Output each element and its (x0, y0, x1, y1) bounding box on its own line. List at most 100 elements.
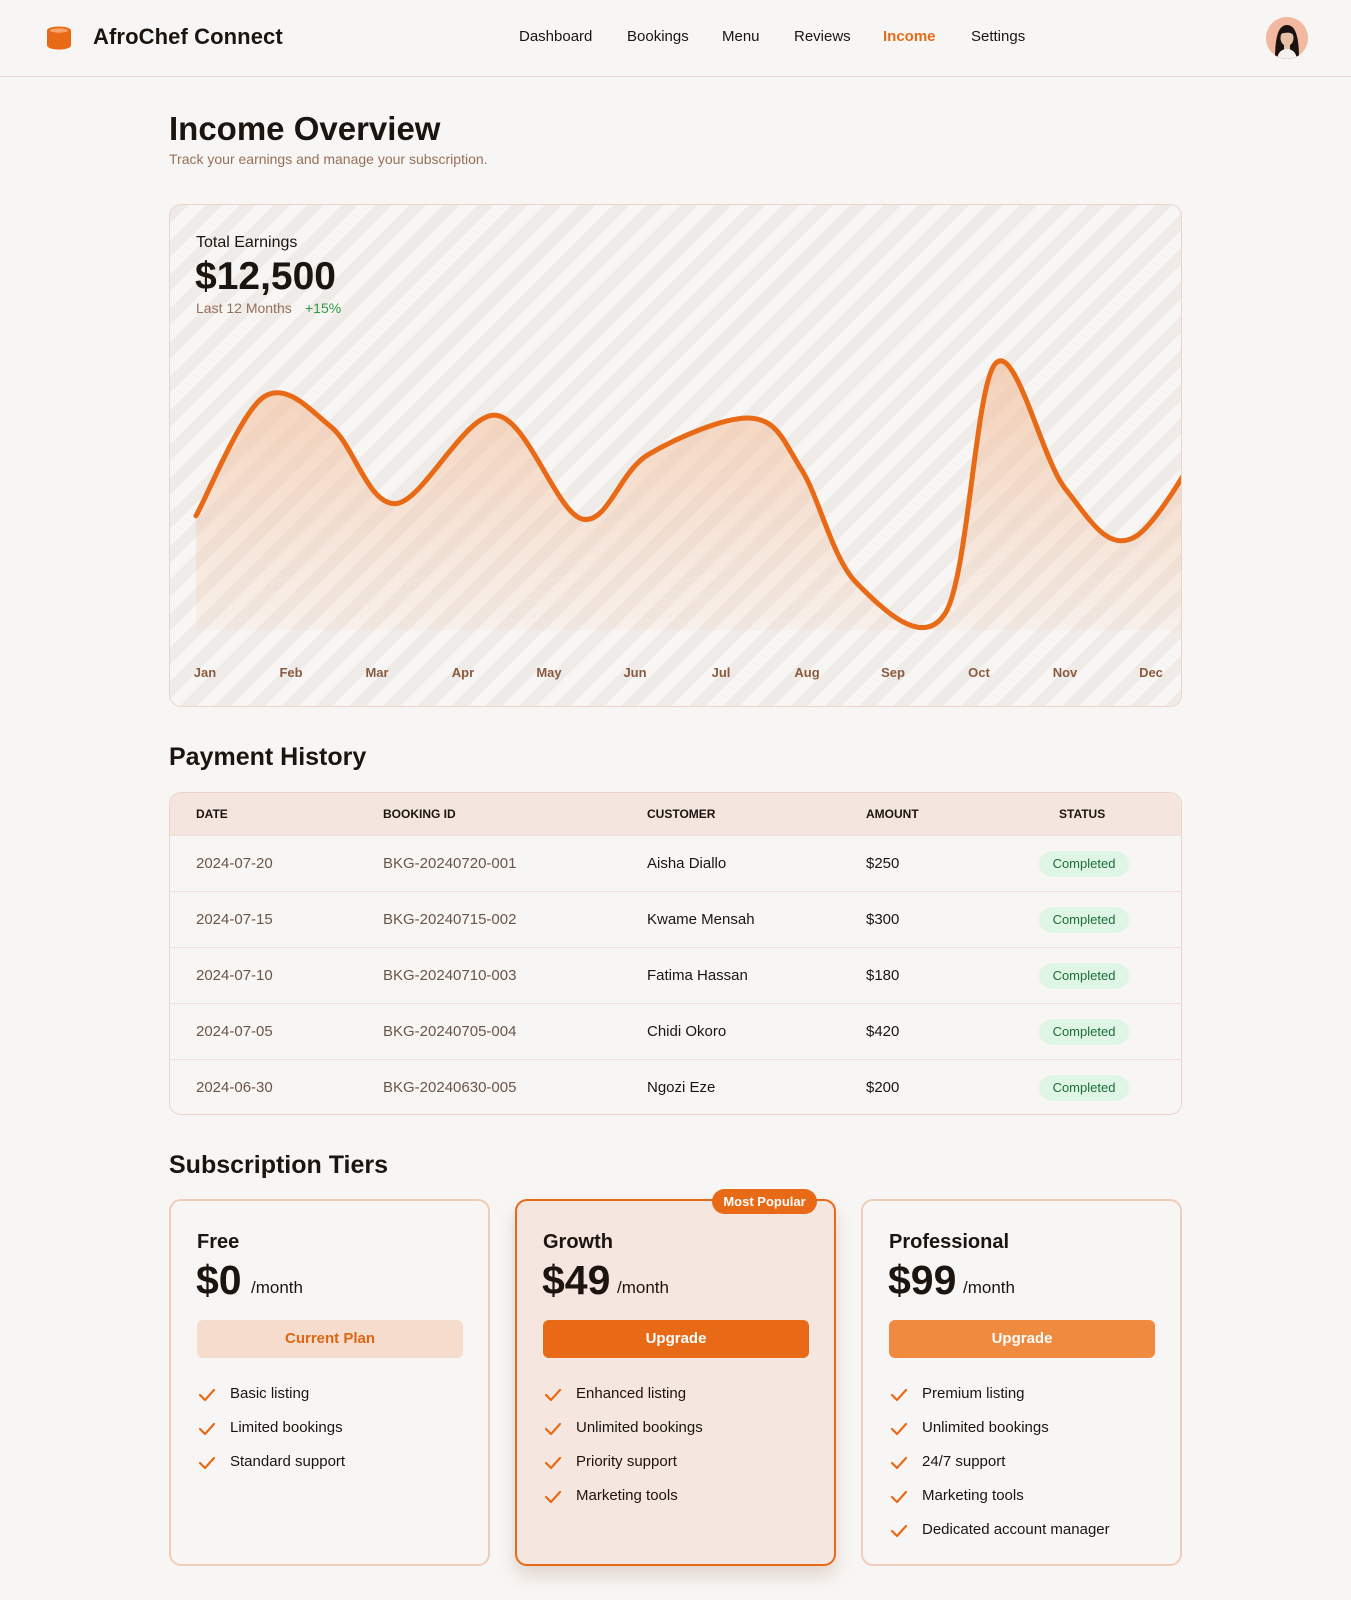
x-tick-label: Jun (623, 665, 646, 680)
nav-reviews[interactable]: Reviews (794, 28, 851, 45)
check-icon (890, 1388, 908, 1402)
tier-card-growth: Most Popular Growth $49 /month Upgrade E… (515, 1189, 836, 1566)
nav-dashboard[interactable]: Dashboard (519, 28, 592, 45)
cell-customer: Aisha Diallo (647, 855, 727, 872)
feature-text: Dedicated account manager (922, 1521, 1110, 1538)
feature-text: Unlimited bookings (576, 1419, 703, 1436)
x-tick-label: Mar (365, 665, 388, 680)
table-header: Date Booking ID Customer Amount Status (170, 793, 1181, 835)
total-earnings-value: $12,500 (195, 255, 336, 298)
x-tick-label: Jul (712, 665, 731, 680)
cell-customer: Chidi Okoro (647, 1023, 727, 1040)
x-tick-label: Apr (452, 665, 474, 680)
total-earnings-label: Total Earnings (196, 234, 298, 251)
feature-text: Limited bookings (230, 1419, 343, 1436)
main-nav: Dashboard Bookings Menu Reviews Income S… (0, 28, 1351, 50)
cell-date: 2024-07-15 (196, 911, 273, 928)
x-tick-label: Feb (279, 665, 302, 680)
cell-booking-id: BKG-20240715-002 (383, 911, 517, 928)
payment-history-title: Payment History (169, 743, 367, 771)
feature-text: 24/7 support (922, 1453, 1006, 1470)
check-icon (544, 1422, 562, 1436)
feature-text: Standard support (230, 1453, 346, 1470)
feature-text: Marketing tools (576, 1487, 678, 1504)
tier-card-professional: Professional $99 /month Upgrade Premium … (861, 1199, 1182, 1566)
current-plan-button[interactable]: Current Plan (197, 1320, 463, 1358)
earnings-chart-card: Jan Feb Mar Apr May Jun Jul Aug Sep Oct Nov Dec Tot… (169, 204, 1182, 707)
check-icon (198, 1388, 216, 1402)
tier-name: Growth (543, 1231, 613, 1253)
feature-text: Premium listing (922, 1385, 1025, 1402)
user-avatar-icon[interactable] (1266, 17, 1308, 59)
table-row[interactable]: 2024-07-10 BKG-20240710-003 Fatima Hassa… (170, 947, 1181, 1003)
page-title: Income Overview (169, 110, 441, 147)
earnings-period: Last 12 Months (196, 300, 292, 316)
subscription-tiers-title: Subscription Tiers (169, 1151, 389, 1179)
cell-booking-id: BKG-20240630-005 (383, 1079, 517, 1096)
x-tick-label: Aug (794, 665, 819, 680)
cell-amount: $420 (866, 1023, 900, 1040)
nav-bookings[interactable]: Bookings (627, 28, 689, 45)
upgrade-professional-button[interactable]: Upgrade (889, 1320, 1155, 1358)
cell-booking-id: BKG-20240705-004 (383, 1023, 517, 1040)
check-icon (198, 1422, 216, 1436)
cell-amount: $200 (866, 1079, 900, 1096)
feature-text: Unlimited bookings (922, 1419, 1049, 1436)
cell-booking-id: BKG-20240710-003 (383, 967, 517, 984)
top-header: AfroChef Connect Dashboard Bookings Menu… (0, 0, 1351, 77)
check-icon (890, 1490, 908, 1504)
tier-card-free: Free $0 /month Current Plan Basic listin… (169, 1199, 490, 1566)
upgrade-growth-button[interactable]: Upgrade (543, 1320, 809, 1358)
tier-name: Professional (889, 1231, 1010, 1253)
feature-text: Priority support (576, 1453, 677, 1470)
status-badge: Completed (1039, 851, 1129, 877)
column-header-date: Date (196, 807, 228, 821)
column-header-status: Status (1059, 807, 1106, 821)
cell-amount: $180 (866, 967, 900, 984)
check-icon (544, 1490, 562, 1504)
table-row[interactable]: 2024-06-30 BKG-20240630-005 Ngozi Eze $2… (170, 1059, 1181, 1114)
table-row[interactable]: 2024-07-15 BKG-20240715-002 Kwame Mensah… (170, 891, 1181, 947)
table-row[interactable]: 2024-07-05 BKG-20240705-004 Chidi Okoro … (170, 1003, 1181, 1059)
check-icon (544, 1456, 562, 1470)
most-popular-badge: Most Popular (712, 1189, 817, 1214)
feature-text: Marketing tools (922, 1487, 1024, 1504)
x-tick-label: Nov (1053, 665, 1078, 680)
check-icon (890, 1524, 908, 1538)
column-header-amount: Amount (866, 807, 919, 821)
cell-customer: Fatima Hassan (647, 967, 748, 984)
status-badge: Completed (1039, 1075, 1129, 1101)
cell-date: 2024-07-05 (196, 1023, 273, 1040)
cell-amount: $250 (866, 855, 900, 872)
x-tick-label: Dec (1139, 665, 1163, 680)
tier-price: $0 (196, 1257, 242, 1303)
tier-price: $99 (888, 1257, 957, 1303)
status-badge: Completed (1039, 963, 1129, 989)
cell-booking-id: BKG-20240720-001 (383, 855, 517, 872)
nav-settings[interactable]: Settings (971, 28, 1025, 45)
check-icon (198, 1456, 216, 1470)
x-tick-label: Sep (881, 665, 905, 680)
table-row[interactable]: 2024-07-20 BKG-20240720-001 Aisha Diallo… (170, 835, 1181, 891)
cell-amount: $300 (866, 911, 900, 928)
cell-date: 2024-07-10 (196, 967, 273, 984)
check-icon (890, 1456, 908, 1470)
earnings-change: +15% (305, 300, 342, 316)
tier-price: $49 (542, 1257, 611, 1303)
check-icon (890, 1422, 908, 1436)
tier-period: /month (617, 1278, 669, 1297)
cell-customer: Ngozi Eze (647, 1079, 716, 1096)
cell-customer: Kwame Mensah (647, 911, 755, 928)
tier-period: /month (963, 1278, 1015, 1297)
check-icon (544, 1388, 562, 1402)
page-subtitle: Track your earnings and manage your subs… (169, 151, 488, 167)
x-tick-label: Oct (968, 665, 990, 680)
earnings-area (196, 360, 1181, 630)
nav-income[interactable]: Income (883, 28, 936, 45)
nav-menu[interactable]: Menu (722, 28, 760, 45)
status-badge: Completed (1039, 1019, 1129, 1045)
feature-text: Basic listing (230, 1385, 310, 1402)
column-header-customer: Customer (647, 807, 716, 821)
column-header-booking-id: Booking ID (383, 807, 456, 821)
tier-name: Free (197, 1231, 240, 1253)
